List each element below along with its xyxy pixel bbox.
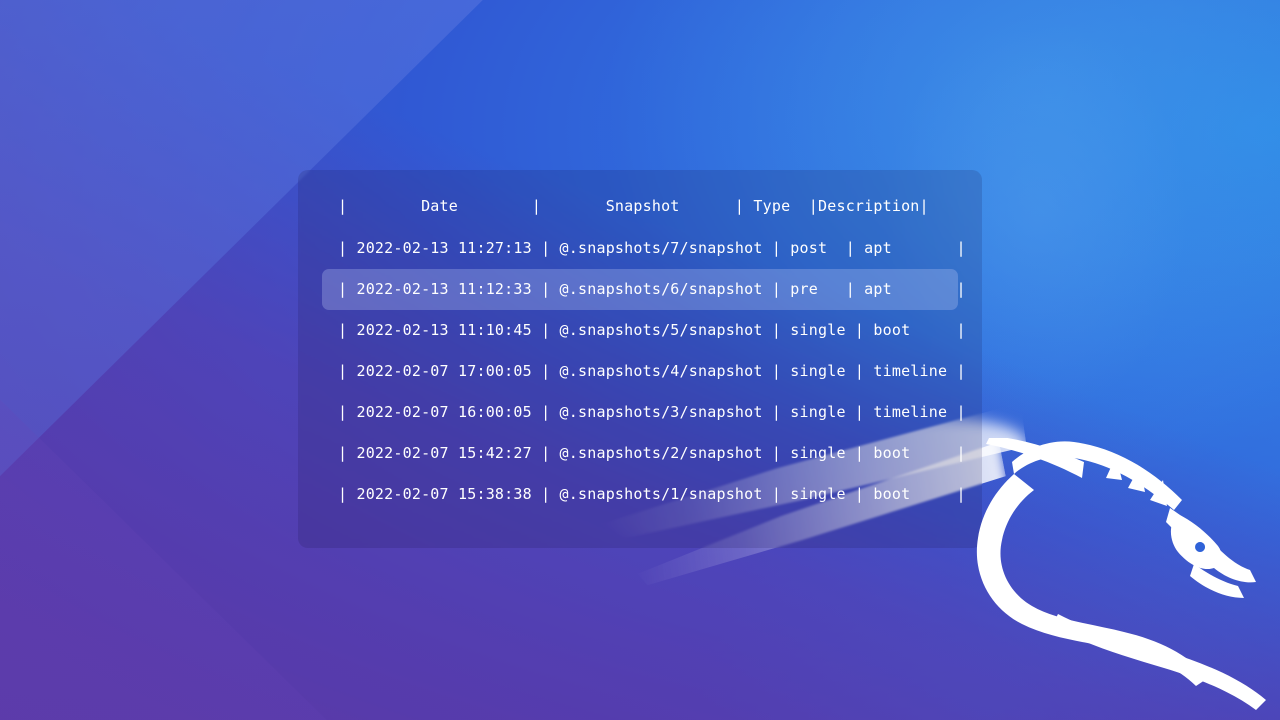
table-row-line: | 2022-02-07 17:00:05 | @.snapshots/4/sn… — [338, 362, 966, 380]
table-row-line: | 2022-02-07 15:42:27 | @.snapshots/2/sn… — [338, 444, 966, 462]
table-row[interactable]: | 2022-02-07 15:42:27 | @.snapshots/2/sn… — [298, 433, 982, 474]
table-row[interactable]: | 2022-02-07 17:00:05 | @.snapshots/4/sn… — [298, 351, 982, 392]
snapshot-list-panel: | Date | Snapshot | Type |Description| |… — [298, 170, 982, 548]
kali-dragon-logo — [956, 438, 1280, 720]
table-row-line: | 2022-02-13 11:10:45 | @.snapshots/5/sn… — [338, 321, 966, 339]
table-row-selected[interactable]: | 2022-02-13 11:12:33 | @.snapshots/6/sn… — [322, 269, 966, 310]
desktop-screen: | Date | Snapshot | Type |Description| |… — [0, 0, 1280, 720]
table-row[interactable]: | 2022-02-13 11:10:45 | @.snapshots/5/sn… — [298, 310, 982, 351]
table-row[interactable]: | 2022-02-07 16:00:05 | @.snapshots/3/sn… — [298, 392, 982, 433]
table-row[interactable]: | 2022-02-07 15:38:38 | @.snapshots/1/sn… — [298, 474, 982, 515]
snapshot-table: | Date | Snapshot | Type |Description| |… — [298, 170, 982, 515]
table-row-line: | 2022-02-13 11:12:33 | @.snapshots/6/sn… — [338, 280, 966, 298]
table-header-line: | Date | Snapshot | Type |Description| — [338, 197, 929, 215]
table-row-line: | 2022-02-07 15:38:38 | @.snapshots/1/sn… — [338, 485, 966, 503]
table-row-line: | 2022-02-13 11:27:13 | @.snapshots/7/sn… — [338, 239, 966, 257]
table-header-row: | Date | Snapshot | Type |Description| — [298, 184, 982, 228]
table-row-line: | 2022-02-07 16:00:05 | @.snapshots/3/sn… — [338, 403, 966, 421]
table-row[interactable]: | 2022-02-13 11:27:13 | @.snapshots/7/sn… — [298, 228, 982, 269]
